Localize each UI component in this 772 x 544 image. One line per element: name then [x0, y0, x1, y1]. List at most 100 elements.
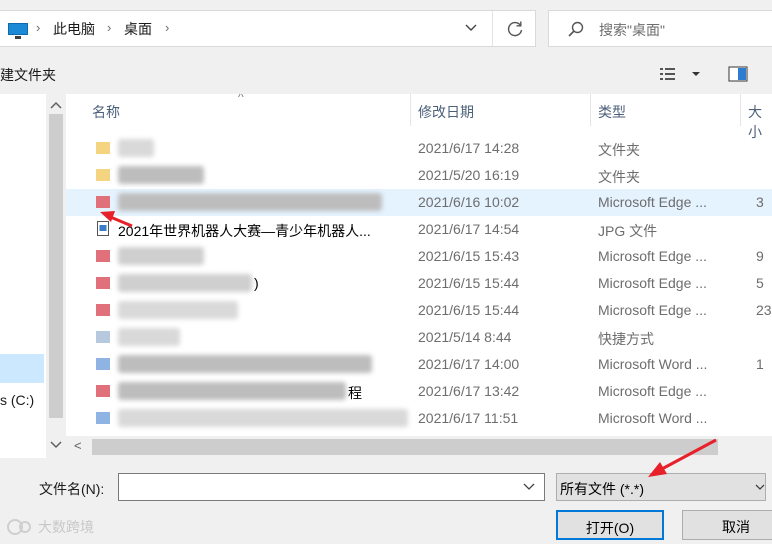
file-date: 2021/6/17 14:00 — [418, 356, 520, 372]
blurred-name — [118, 328, 180, 346]
blurred-name — [118, 166, 204, 184]
file-type: Microsoft Word ... — [598, 410, 708, 426]
pdf-icon — [96, 277, 110, 289]
new-folder-button[interactable]: 建文件夹 — [0, 65, 56, 85]
file-type: 文件夹 — [598, 169, 640, 185]
file-date: 2021/6/16 10:02 — [418, 194, 520, 210]
file-type: Microsoft Edge ... — [598, 302, 707, 318]
file-row[interactable]: 程 2021/6/17 13:42 Microsoft Edge ... — [66, 378, 772, 405]
open-button-label[interactable]: 打开(O) — [558, 518, 662, 538]
folder-icon — [96, 142, 110, 154]
scroll-down-icon[interactable] — [50, 440, 62, 450]
cancel-button-label[interactable]: 取消 — [683, 517, 772, 537]
file-row[interactable]: ) 2021/6/15 15:44 Microsoft Edge ... 5 — [66, 270, 772, 297]
word-icon — [96, 358, 110, 370]
chevron-down-icon[interactable] — [523, 481, 535, 493]
refresh-icon[interactable] — [505, 19, 525, 39]
file-list[interactable]: ^ 名称 修改日期 类型 大小 2021/6/17 14:28 文件夹 2021… — [66, 94, 772, 458]
blurred-name — [118, 274, 252, 292]
watermark-text: 大数跨境 — [38, 519, 94, 535]
horizontal-scroll-thumb[interactable] — [92, 439, 718, 455]
horizontal-scrollbar[interactable]: < — [66, 436, 772, 458]
blurred-name — [118, 355, 372, 373]
file-type: 快捷方式 — [598, 331, 654, 347]
folder-icon — [96, 169, 110, 181]
file-size: 1 — [756, 356, 764, 372]
search-box[interactable]: 搜索"桌面" — [548, 10, 772, 47]
chevron-down-icon[interactable] — [464, 21, 478, 35]
view-options-icon[interactable] — [657, 64, 707, 84]
chevron-right-icon[interactable]: › — [107, 20, 111, 35]
file-name: 程 — [348, 385, 362, 401]
file-date: 2021/6/15 15:44 — [418, 275, 520, 291]
pdf-icon — [96, 385, 110, 397]
chevron-down-icon[interactable] — [755, 482, 765, 492]
filename-label: 文件名(N): — [39, 481, 105, 497]
column-header-name[interactable]: 名称 — [92, 102, 120, 122]
file-row[interactable]: 2021/6/17 14:28 文件夹 — [66, 135, 772, 162]
file-name: 2021年世界机器人大赛—青少年机器人... — [118, 223, 371, 239]
file-row[interactable]: 2021/5/14 8:44 快捷方式 — [66, 324, 772, 351]
file-date: 2021/6/17 14:54 — [418, 221, 520, 237]
this-pc-icon — [8, 23, 28, 39]
open-button[interactable]: 打开(O) — [556, 510, 664, 540]
nav-scroll-thumb[interactable] — [49, 114, 63, 418]
file-type: Microsoft Edge ... — [598, 383, 707, 399]
chevron-right-icon[interactable]: › — [36, 20, 40, 35]
file-date: 2021/6/15 15:44 — [418, 302, 520, 318]
nav-drive-c[interactable]: s (C:) — [0, 392, 34, 408]
blurred-name — [118, 409, 408, 427]
file-date: 2021/6/17 13:42 — [418, 383, 520, 399]
blurred-name — [118, 247, 204, 265]
file-type: Microsoft Edge ... — [598, 194, 707, 210]
file-row[interactable]: 2021/6/17 11:51 Microsoft Word ... — [66, 405, 772, 432]
file-date: 2021/5/14 8:44 — [418, 329, 512, 345]
navigation-pane[interactable]: s (C:) — [0, 94, 66, 458]
file-type: Microsoft Edge ... — [598, 248, 707, 264]
sort-ascending-icon: ^ — [238, 94, 244, 104]
search-icon — [568, 21, 584, 37]
preview-pane-icon[interactable] — [727, 64, 749, 84]
file-type: Microsoft Word ... — [598, 356, 708, 372]
chevron-right-icon[interactable]: › — [165, 20, 169, 35]
nav-selected-item[interactable] — [0, 354, 44, 383]
cancel-button[interactable]: 取消 — [682, 510, 772, 540]
column-header-type[interactable]: 类型 — [598, 102, 626, 122]
file-row[interactable]: 2021/6/15 15:44 Microsoft Edge ... 23 — [66, 297, 772, 324]
nav-scrollbar[interactable] — [46, 94, 66, 458]
file-size: 3 — [756, 194, 764, 210]
file-size: 9 — [756, 248, 764, 264]
file-type: Microsoft Edge ... — [598, 275, 707, 291]
file-row-hovered[interactable]: 2021/6/16 10:02 Microsoft Edge ... 3 — [66, 189, 772, 216]
file-row[interactable]: 2021/5/20 16:19 文件夹 — [66, 162, 772, 189]
breadcrumb-this-pc[interactable]: 此电脑 — [53, 19, 95, 39]
file-row[interactable]: 2021/6/17 14:00 Microsoft Word ... 1 — [66, 351, 772, 378]
breadcrumb-desktop[interactable]: 桌面 — [124, 19, 152, 39]
divider — [492, 11, 493, 46]
watermark-logo — [7, 519, 31, 535]
file-date: 2021/6/15 15:43 — [418, 248, 520, 264]
address-bar[interactable]: › 此电脑 › 桌面 › — [0, 10, 536, 47]
blurred-name — [118, 301, 238, 319]
file-type: JPG 文件 — [598, 223, 658, 239]
scroll-up-icon[interactable] — [50, 100, 62, 110]
column-header-date[interactable]: 修改日期 — [418, 102, 474, 122]
file-row[interactable]: 2021/6/15 15:43 Microsoft Edge ... 9 — [66, 243, 772, 270]
file-date: 2021/5/20 16:19 — [418, 167, 520, 183]
file-name: ) — [254, 275, 259, 291]
shortcut-icon — [96, 331, 110, 343]
column-divider[interactable] — [590, 94, 591, 126]
filetype-select[interactable]: 所有文件 (*.*) — [556, 473, 766, 501]
pdf-icon — [96, 250, 110, 262]
file-row[interactable]: 2021年世界机器人大赛—青少年机器人... 2021/6/17 14:54 J… — [66, 216, 772, 243]
file-date: 2021/6/17 11:51 — [418, 410, 519, 426]
filetype-value[interactable]: 所有文件 (*.*) — [560, 479, 644, 499]
scroll-left-icon[interactable]: < — [74, 438, 82, 453]
blurred-name — [118, 193, 382, 211]
column-divider[interactable] — [740, 94, 741, 126]
word-icon — [96, 412, 110, 424]
column-divider[interactable] — [410, 94, 411, 126]
blurred-name — [118, 139, 154, 157]
search-placeholder[interactable]: 搜索"桌面" — [599, 20, 665, 40]
filename-input[interactable] — [118, 473, 545, 501]
